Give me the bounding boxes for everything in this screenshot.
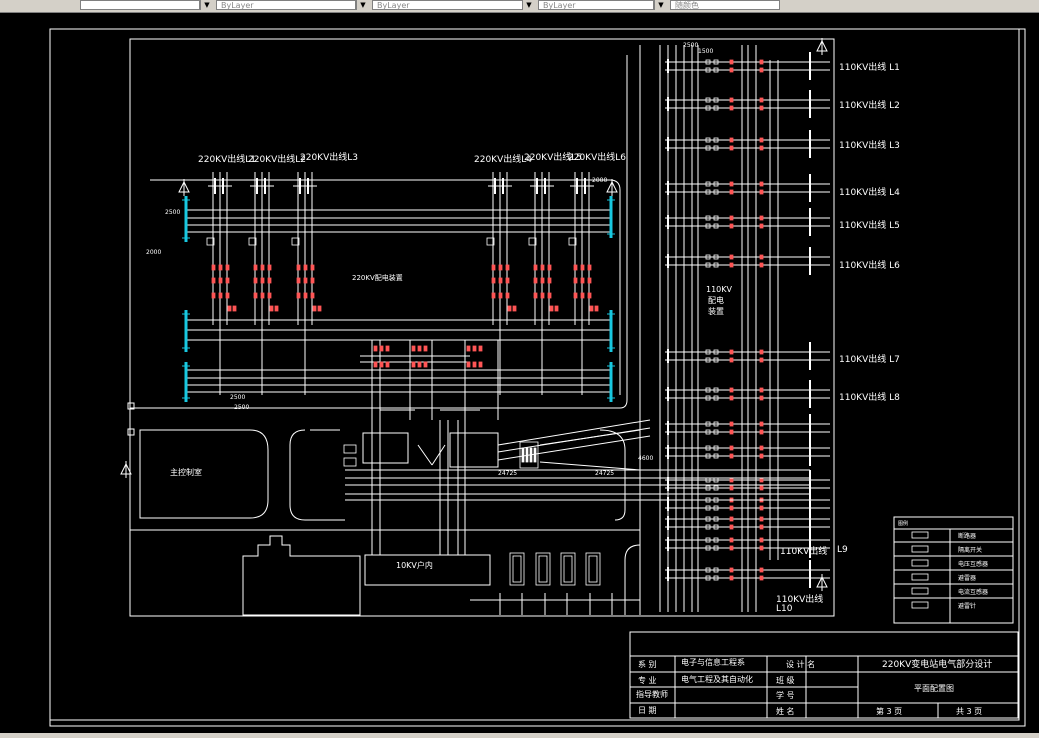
label-110-l4: 110KV出线 L4 [839,186,900,198]
tb-design-label: 设 计 名 [786,659,815,669]
layer-dropdown[interactable] [80,0,200,10]
tb-major-label: 专 业 [638,675,657,685]
title-block: 系 别 电子与信息工程系 专 业 电气工程及其自动化 指导教师 日 期 设 计 … [629,631,1019,719]
main-control-building [139,429,269,519]
label-110-l1: 110KV出线 L1 [839,61,900,73]
legend-item-label: 断路器 [958,532,976,540]
dim-24725-b: 24725 [595,470,614,477]
legend-item-label: 电压互感器 [958,560,988,568]
legend: 图例 断路器隔离开关电压互感器避雷器电流互感器避雷针 [893,516,1014,624]
color-dropdown[interactable]: ByLayer [216,0,356,10]
10kv-building [242,535,361,616]
dim-24725-a: 24725 [498,470,517,477]
label-110-area-3: 装置 [708,306,724,316]
chevron-down-icon[interactable]: ▼ [654,0,667,10]
label-110-l5: 110KV出线 L5 [839,219,900,231]
dim-2500-b2: 2500 [234,404,249,411]
legend-item-label: 避雷器 [958,574,976,582]
tb-dept-label: 系 别 [638,659,657,669]
label-220-area: 220KV配电装置 [352,273,403,282]
tb-page: 第 3 页 [876,706,902,716]
gantry-structures [182,196,615,402]
chevron-down-icon[interactable]: ▼ [200,0,213,10]
transformer-2 [449,432,499,468]
plotstyle-dropdown[interactable]: 随颜色 [670,0,780,10]
lineweight-dropdown[interactable]: ByLayer [538,0,654,10]
legend-item-label: 避雷针 [958,602,976,610]
legend-title: 图例 [898,520,908,527]
tb-id-label: 学 号 [776,690,795,700]
site-boundary [129,38,835,617]
label-220-l3: 220KV出线L3 [300,151,358,163]
dim-4600: 4600 [638,455,653,462]
label-110-l3: 110KV出线 L3 [839,139,900,151]
bus-220kv [185,209,610,393]
drawing-canvas[interactable]: 220KV出线L1 220KV出线L2 220KV出线L3 220KV出线L4 … [0,12,1039,738]
transformer-pads [470,552,640,615]
label-110-area-1: 110KV [706,285,733,294]
label-110-l7: 110KV出线 L7 [839,353,900,365]
tb-name-label: 姓 名 [776,706,795,716]
tb-major-value: 电气工程及其自动化 [681,674,753,684]
tb-advisor-label: 指导教师 [636,689,668,699]
label-110-l2: 110KV出线 L2 [839,99,900,111]
dim-2000-r: 2000 [592,177,607,184]
label-110-l6: 110KV出线 L6 [839,259,900,271]
label-220-l6: 220KV出线L6 [568,151,626,163]
chevron-down-icon[interactable]: ▼ [522,0,535,10]
label-110-l8: 110KV出线 L8 [839,391,900,403]
legend-item-label: 隔离开关 [958,546,982,554]
dim-2500-left: 2500 [165,209,180,216]
dim-2500-top: 2500 [683,42,698,49]
status-bar [0,733,1039,738]
tb-date-label: 日 期 [638,706,657,715]
label-110-area-2: 配电 [708,295,724,305]
10kv-indoor [364,554,491,586]
label-110-l9: 110KV出线 [780,545,827,557]
label-220-l2: 220KV出线L2 [248,153,306,165]
label-10kv: 10KV户内 [396,560,433,570]
label-110-l9-num: L9 [837,545,848,555]
tb-dept-value: 电子与信息工程系 [681,657,745,667]
tb-project-title: 220KV变电站电气部分设计 [882,658,992,670]
linetype-dropdown[interactable]: ByLayer [372,0,524,10]
tb-class-label: 班 级 [776,675,795,685]
transformer-1 [362,432,409,464]
dim-2500-b1: 2500 [230,394,245,401]
bays-220kv [206,172,599,420]
label-110-l10-num: L10 [776,604,793,614]
chevron-down-icon[interactable]: ▼ [356,0,369,10]
dim-2000-left: 2000 [146,249,161,256]
legend-item-label: 电流互感器 [958,588,988,596]
tb-drawing-name: 平面配置图 [914,684,954,693]
label-main-control: 主控制室 [170,467,202,477]
tb-total: 共 3 页 [956,707,982,716]
dim-1500-top: 1500 [698,48,713,55]
